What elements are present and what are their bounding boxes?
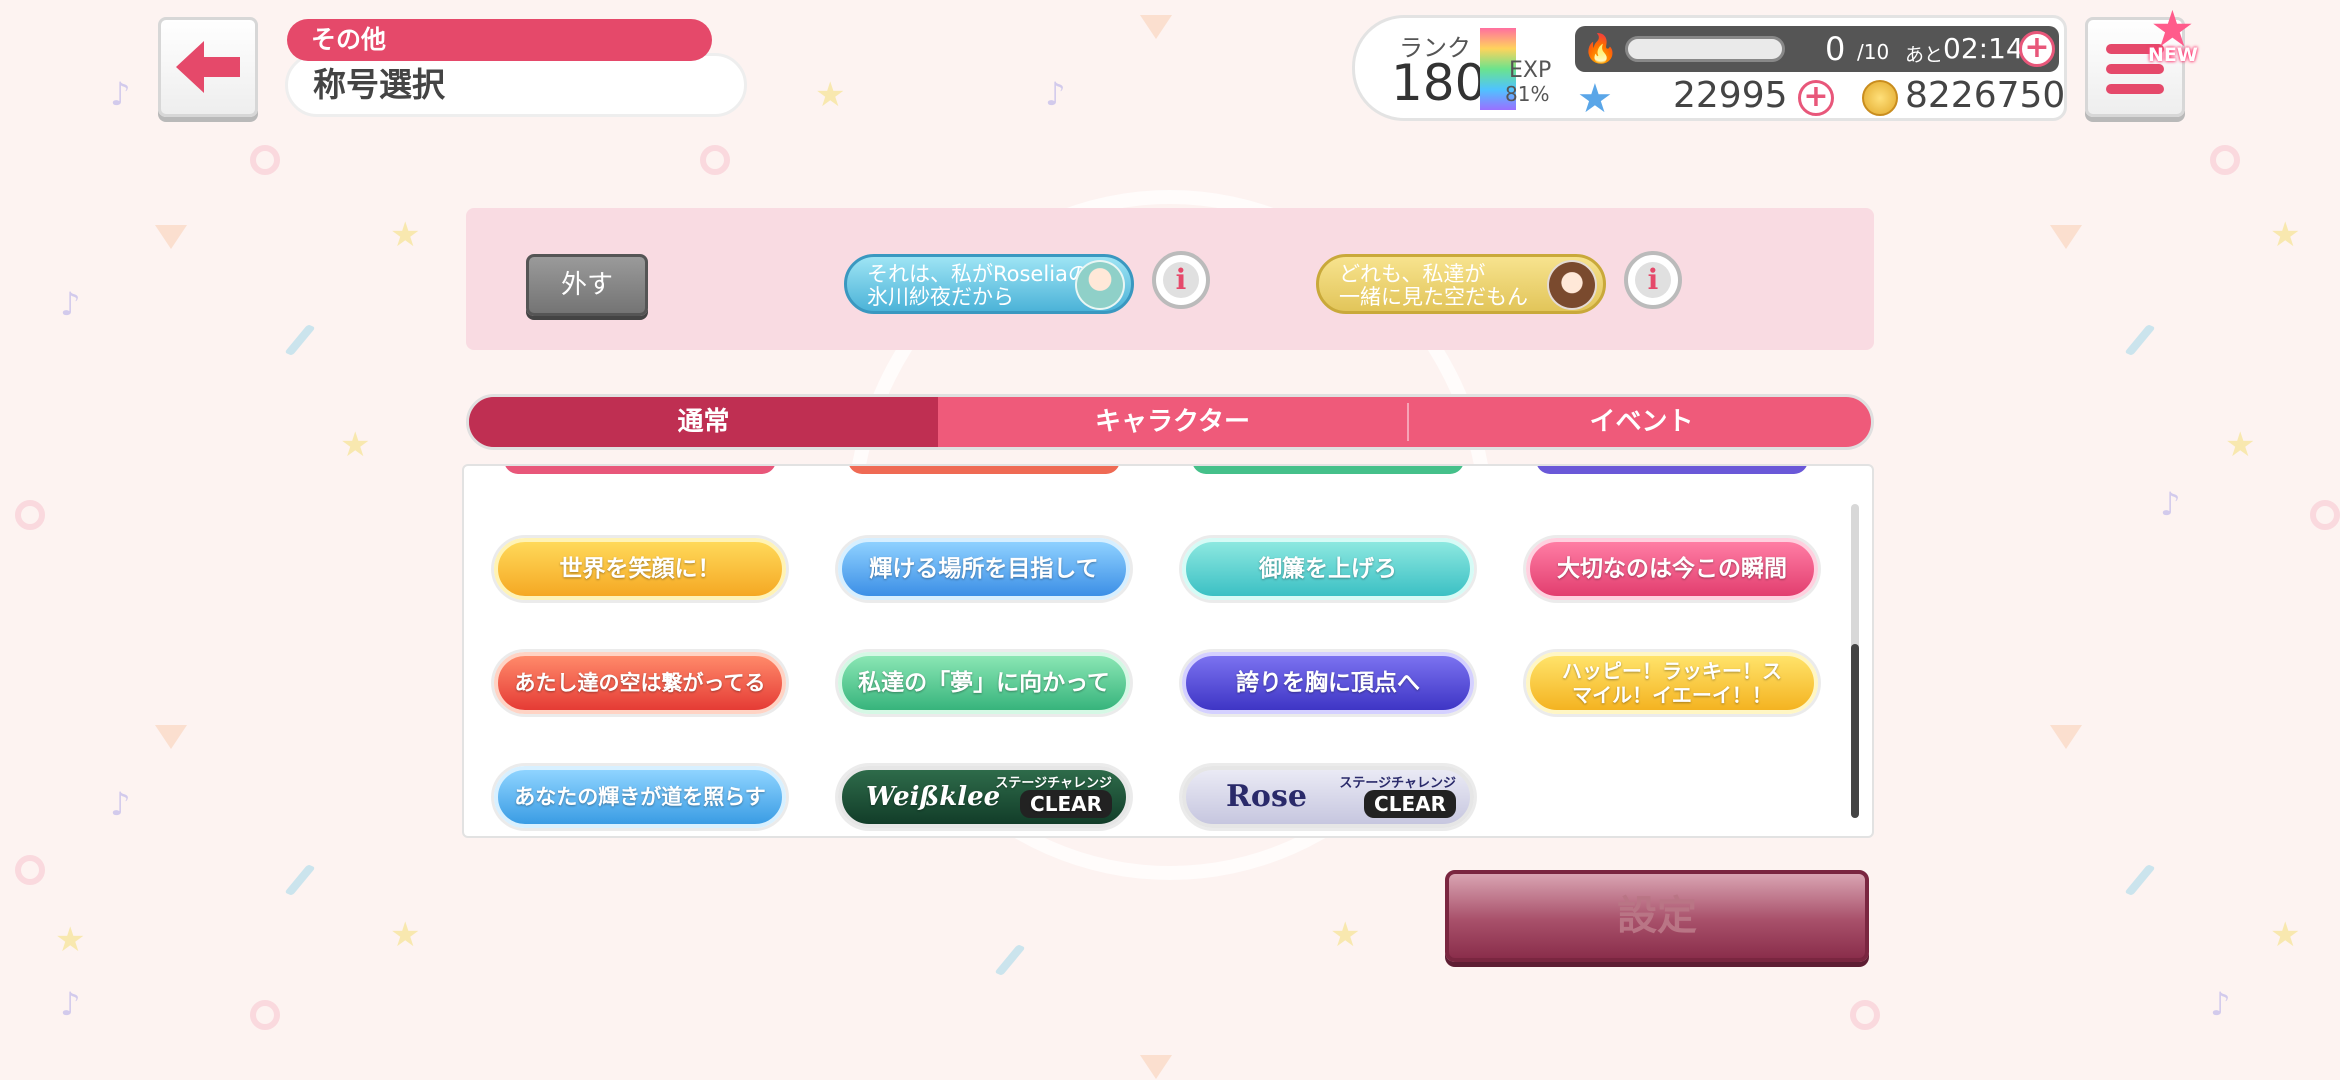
- fire-icon: 🔥: [1583, 32, 1618, 65]
- triangle-decor-icon: [2050, 225, 2082, 249]
- star-decor-icon: ★: [390, 215, 421, 255]
- character-avatar: [1547, 260, 1597, 310]
- note-decor-icon: ♪: [110, 75, 131, 113]
- equipped-title-slot-2[interactable]: どれも、私達が 一緒に見た空だもん: [1316, 254, 1606, 314]
- exp-percent: 81%: [1505, 82, 1550, 106]
- note-decor-icon: ♪: [110, 785, 131, 823]
- ring-decor-icon: [700, 145, 730, 175]
- ring-decor-icon: [250, 145, 280, 175]
- page-title: 称号選択: [285, 53, 747, 117]
- triangle-decor-icon: [1140, 15, 1172, 39]
- triangle-decor-icon: [1140, 1055, 1172, 1079]
- remove-title-button[interactable]: 外す: [526, 254, 648, 316]
- title-badge[interactable]: 世界を笑顔に！: [494, 538, 786, 600]
- title-badge[interactable]: あたし達の空は繋がってる: [494, 652, 786, 714]
- bolt-decor-icon: [284, 864, 316, 896]
- title-badge-partial: [848, 466, 1120, 474]
- new-badge: ★ NEW: [2140, 4, 2200, 66]
- exp-label: EXP: [1509, 58, 1552, 83]
- band-logo-text: Weißklee: [866, 782, 1001, 812]
- star-decor-icon: ★: [55, 920, 86, 960]
- triangle-decor-icon: [155, 225, 187, 249]
- title-badge[interactable]: あなたの輝きが道を照らす: [494, 766, 786, 828]
- bolt-decor-icon: [2124, 324, 2156, 356]
- stamina-max: /10: [1857, 40, 1890, 64]
- title-list-scrollbar[interactable]: [1851, 504, 1859, 818]
- info-icon: i: [1635, 262, 1671, 298]
- title-badge[interactable]: 大切なのは今この瞬間: [1526, 538, 1818, 600]
- tab-character[interactable]: キャラクター: [938, 397, 1407, 447]
- add-star-gem-button[interactable]: +: [1798, 80, 1834, 116]
- rank-value: 180: [1391, 54, 1487, 112]
- star-gem-count: 22995: [1673, 75, 1788, 116]
- ring-decor-icon: [15, 500, 45, 530]
- star-decor-icon: ★: [2270, 215, 2301, 255]
- title-badge-partial: [1536, 466, 1808, 474]
- title-badge[interactable]: 御簾を上げろ: [1182, 538, 1474, 600]
- player-status-panel: ランク 180 EXP 81% 🔥 0 /10 あと 02:14 + ★ 229…: [1352, 15, 2067, 122]
- clear-label: CLEAR: [1364, 790, 1456, 818]
- triangle-decor-icon: [155, 725, 187, 749]
- new-label: NEW: [2148, 44, 2198, 66]
- back-button[interactable]: [158, 17, 258, 117]
- note-decor-icon: ♪: [2210, 985, 2231, 1023]
- screen-title: 称号選択 その他: [285, 19, 747, 117]
- clear-label: CLEAR: [1020, 790, 1112, 818]
- ring-decor-icon: [2310, 500, 2340, 530]
- title-badge[interactable]: 私達の「夢」に向かって: [838, 652, 1130, 714]
- page-category: その他: [287, 19, 712, 61]
- note-decor-icon: ♪: [60, 985, 81, 1023]
- ring-decor-icon: [15, 855, 45, 885]
- star-gem-icon: ★: [1577, 76, 1613, 122]
- title-list: 世界を笑顔に！ 輝ける場所を目指して 御簾を上げろ 大切なのは今この瞬間 あたし…: [462, 464, 1874, 838]
- title-info-button[interactable]: i: [1624, 251, 1682, 309]
- star-decor-icon: ★: [1330, 915, 1361, 955]
- title-badge-partial: [1192, 466, 1464, 474]
- info-icon: i: [1163, 262, 1199, 298]
- title-category-tabs: 通常 キャラクター イベント: [466, 394, 1874, 450]
- triangle-decor-icon: [2050, 725, 2082, 749]
- star-decor-icon: ★: [390, 915, 421, 955]
- title-badge[interactable]: 誇りを胸に頂点へ: [1182, 652, 1474, 714]
- note-decor-icon: ♪: [2160, 485, 2181, 523]
- add-stamina-button[interactable]: +: [2019, 31, 2055, 67]
- star-decor-icon: ★: [2270, 915, 2301, 955]
- star-decor-icon: ★: [340, 425, 371, 465]
- stamina-timer-label: あと: [1905, 44, 1944, 66]
- ring-decor-icon: [1850, 1000, 1880, 1030]
- stamina-box: 🔥 0 /10 あと 02:14 +: [1575, 26, 2059, 72]
- hamburger-line: [2106, 84, 2164, 94]
- bolt-decor-icon: [994, 944, 1026, 976]
- coin-count: 8226750: [1905, 75, 2066, 116]
- title-badge-rose-clear[interactable]: Rose ステージチャレンジ CLEAR: [1182, 766, 1474, 828]
- title-badge[interactable]: 輝ける場所を目指して: [838, 538, 1130, 600]
- tab-normal[interactable]: 通常: [469, 397, 938, 447]
- back-arrow-icon: [176, 41, 240, 93]
- note-decor-icon: ♪: [60, 285, 81, 323]
- tab-event[interactable]: イベント: [1407, 397, 1871, 447]
- title-info-button[interactable]: i: [1152, 251, 1210, 309]
- stamina-current: 0: [1825, 30, 1846, 68]
- title-badge[interactable]: ハッピー！ラッキー！スマイル！イエーイ！！: [1526, 652, 1818, 714]
- stamina-bar: [1625, 36, 1785, 62]
- title-badge-partial: [504, 466, 776, 474]
- stamina-timer: 02:14: [1943, 32, 2024, 65]
- band-logo-text: Rose: [1226, 779, 1307, 814]
- note-decor-icon: ♪: [1045, 75, 1066, 113]
- bolt-decor-icon: [2124, 864, 2156, 896]
- set-title-button[interactable]: 設定: [1445, 870, 1869, 962]
- character-avatar: [1075, 260, 1125, 310]
- bolt-decor-icon: [284, 324, 316, 356]
- ring-decor-icon: [250, 1000, 280, 1030]
- scrollbar-thumb[interactable]: [1851, 644, 1859, 818]
- star-decor-icon: ★: [815, 75, 846, 115]
- ring-decor-icon: [2210, 145, 2240, 175]
- coin-icon: [1862, 80, 1898, 116]
- star-decor-icon: ★: [2225, 425, 2256, 465]
- title-badge-weissklee-clear[interactable]: Weißklee ステージチャレンジ CLEAR: [838, 766, 1130, 828]
- equipped-title-slot-1[interactable]: それは、私がRoseliaの 氷川紗夜だから: [844, 254, 1134, 314]
